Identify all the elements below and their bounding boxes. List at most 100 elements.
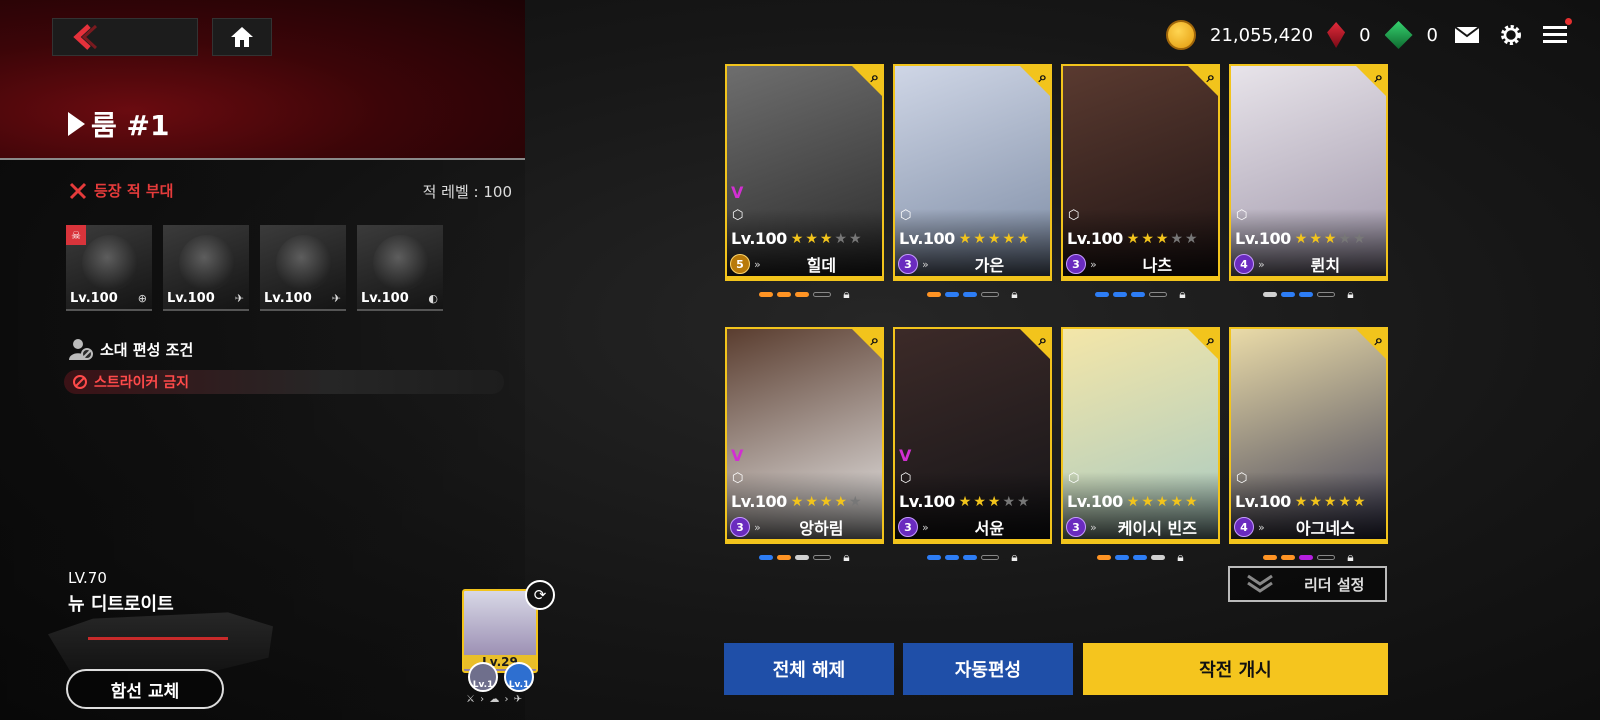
character-card[interactable]: ⌕ ⬡ Lv.100 ★ ★ ★ ★ ★ 3 » 나츠 (1061, 64, 1220, 281)
home-button[interactable] (212, 18, 272, 56)
release-all-button[interactable]: 전체 해제 (724, 643, 894, 695)
equipment-slot (795, 554, 810, 560)
squad-condition-header: 소대 편성 조건 (68, 337, 193, 361)
star-icon: ★ (973, 493, 986, 510)
character-slot: ⌕ V ⬡ Lv.100 ★ ★ ★ ★ ★ 3 » 앙하림 🔒︎ (725, 327, 884, 570)
card-bottom-border (727, 276, 882, 279)
enemy-portrait (276, 235, 332, 291)
equipment-slots: 🔒︎ (725, 281, 884, 307)
condition-rule: 스트라이커 금지 (64, 370, 504, 394)
character-name: 륀치 (1310, 256, 1341, 275)
star-icon: ★ (819, 493, 833, 510)
star-icon: ★ (1323, 230, 1337, 247)
star-icon: ★ (790, 230, 804, 247)
enemy-unit[interactable]: ☠ Lv.100 ⊕ (66, 225, 152, 311)
character-card[interactable]: ⌕ ⬡ Lv.100 ★ ★ ★ ★ ★ 4 » 아그네스 (1229, 327, 1388, 544)
equipment-slot (1131, 291, 1146, 297)
card-bottom-border (1063, 276, 1218, 279)
enemy-unit-level: Lv.100 (70, 291, 118, 306)
star-icon: ★ (849, 493, 862, 510)
card-level-line: Lv.100 ★ ★ ★ ★ ★ (1067, 492, 1198, 511)
wing-icon: ✈ (234, 292, 244, 305)
equipment-slot (777, 554, 792, 560)
equipment-slot (1299, 291, 1314, 297)
enemy-unit[interactable]: Lv.100 ✈ (260, 225, 346, 311)
card-bottom-border (1063, 539, 1218, 542)
star-icon: ★ (1353, 493, 1366, 510)
user-ban-icon (69, 339, 93, 360)
character-card[interactable]: ⌕ V ⬡ Lv.100 ★ ★ ★ ★ ★ 3 » 앙하림 (725, 327, 884, 544)
enemy-unit-level: Lv.100 (167, 291, 215, 306)
chevron-icon: » (922, 257, 929, 271)
enemy-unit-level: Lv.100 (264, 291, 312, 306)
character-card[interactable]: ⌕ ⬡ Lv.100 ★ ★ ★ ★ ★ 3 » 케이시 빈즈 (1061, 327, 1220, 544)
equipment-slot (927, 291, 942, 297)
ship-level: LV.70 (68, 569, 107, 587)
lock-icon: 🔒︎ (843, 549, 850, 564)
star-icon: ★ (1309, 493, 1322, 510)
enemy-portrait (82, 235, 138, 291)
equipment-slot (1263, 554, 1278, 560)
character-card[interactable]: ⌕ ⬡ Lv.100 ★ ★ ★ ★ ★ 3 » 가은 (893, 64, 1052, 281)
equipment-slot (795, 291, 810, 297)
equipment-slot (945, 554, 960, 560)
star-icon: ★ (1155, 230, 1169, 247)
equipment-slot (1151, 554, 1166, 560)
equipment-slots: 🔒︎ (1229, 281, 1388, 307)
card-name-line: 3 » 가은 (898, 252, 1046, 276)
character-name: 앙하림 (799, 519, 844, 538)
card-name-line: 3 » 나츠 (1066, 252, 1214, 276)
character-card[interactable]: ⌕ V ⬡ Lv.100 ★ ★ ★ ★ ★ 3 » 서윤 (893, 327, 1052, 544)
v-mark-icon: V (899, 446, 912, 465)
leader-set-button[interactable]: 리더 설정 (1228, 566, 1387, 602)
enemy-portrait (179, 235, 235, 291)
rank-badge: 3 (898, 254, 918, 274)
red-crystal-icon (1327, 22, 1346, 48)
star-icon: ★ (1294, 493, 1308, 510)
star-icon: ★ (1017, 230, 1030, 247)
character-card[interactable]: ⌕ V ⬡ Lv.100 ★ ★ ★ ★ ★ 5 » 힐데 (725, 64, 884, 281)
equipment-slot (1281, 554, 1296, 560)
enemy-unit[interactable]: Lv.100 ✈ (163, 225, 249, 311)
hex-icon: ⬡ (732, 208, 744, 223)
star-icon: ★ (1353, 230, 1366, 247)
equipment-slot (777, 291, 792, 297)
lock-icon: 🔒︎ (843, 286, 850, 301)
character-name: 아그네스 (1295, 519, 1355, 538)
gear-icon[interactable] (1496, 20, 1526, 50)
star-icon: ★ (849, 230, 862, 247)
swap-icon[interactable]: ⟳ (525, 580, 555, 610)
equipment-slot (1133, 554, 1148, 560)
enemy-unit-level: Lv.100 (361, 291, 409, 306)
notification-dot (1565, 18, 1572, 25)
enemy-unit[interactable]: Lv.100 ◐ (357, 225, 443, 311)
lock-icon: 🔒︎ (1347, 549, 1354, 564)
menu-icon[interactable] (1540, 18, 1572, 50)
card-name-line: 4 » 아그네스 (1234, 515, 1382, 539)
equipment-slot (1281, 291, 1296, 297)
card-name-line: 3 » 서윤 (898, 515, 1046, 539)
mail-icon[interactable] (1452, 20, 1482, 50)
star-icon: ★ (805, 230, 818, 247)
auto-form-button[interactable]: 자동편성 (903, 643, 1073, 695)
start-operation-button[interactable]: 작전 개시 (1083, 643, 1388, 695)
enemy-level-label: 적 레벨 : 100 (422, 183, 512, 201)
sub-unit-avatar[interactable]: Lv.1 (504, 662, 534, 692)
character-grid: ⌕ V ⬡ Lv.100 ★ ★ ★ ★ ★ 5 » 힐데 🔒︎ ⌕ ⬡ Lv.100 ★ ★… (725, 64, 1388, 570)
rank-badge: 3 (1066, 254, 1086, 274)
rank-badge: 3 (898, 517, 918, 537)
top-bar: 21,055,420 0 0 (1166, 18, 1572, 50)
back-arrow-icon (73, 24, 97, 50)
equipment-slot (1263, 291, 1278, 297)
card-bottom-border (895, 539, 1050, 542)
character-card[interactable]: ⌕ ⬡ Lv.100 ★ ★ ★ ★ ★ 4 » 륀치 (1229, 64, 1388, 281)
equipment-slot (1097, 554, 1112, 560)
character-slot: ⌕ V ⬡ Lv.100 ★ ★ ★ ★ ★ 3 » 서윤 🔒︎ (893, 327, 1052, 570)
chevron-icon: » (754, 257, 761, 271)
star-icon: ★ (1141, 493, 1154, 510)
change-ship-button[interactable]: 함선 교체 (66, 669, 224, 709)
sub-unit-avatar[interactable]: Lv.1 (468, 662, 498, 692)
card-name-line: 5 » 힐데 (730, 252, 878, 276)
card-level-line: Lv.100 ★ ★ ★ ★ ★ (1235, 492, 1366, 511)
back-button[interactable] (52, 18, 198, 56)
